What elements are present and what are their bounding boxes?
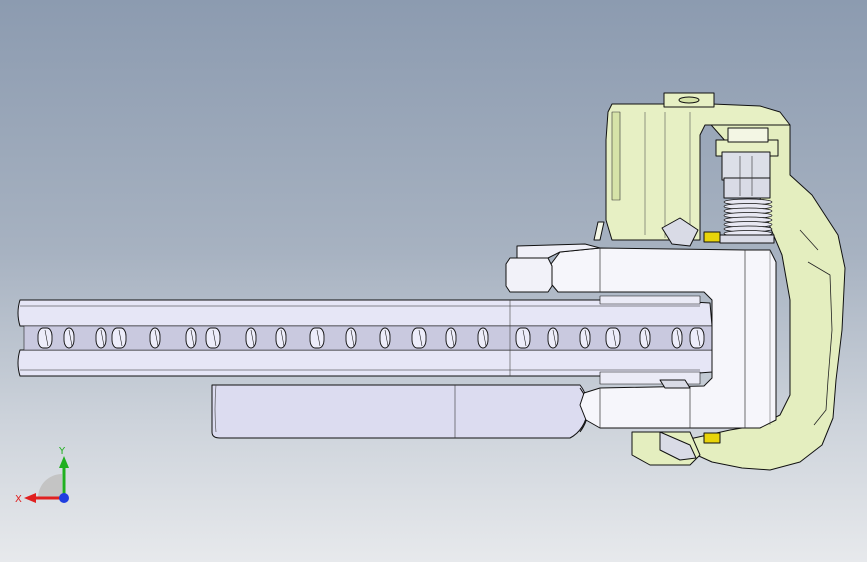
- x-axis-label: X: [15, 494, 22, 505]
- brake-disc-rotor[interactable]: [17, 299, 713, 377]
- spring-seat: [719, 234, 775, 244]
- yellow-seal-lower: [703, 432, 721, 444]
- y-axis-label: Y: [58, 446, 66, 457]
- coil-spring: [723, 198, 773, 237]
- axis-triad: Y X: [15, 446, 69, 505]
- hub-hat[interactable]: [211, 384, 589, 439]
- yellow-seal-upper: [703, 231, 721, 243]
- brake-assembly-model[interactable]: [0, 0, 867, 562]
- cad-viewport[interactable]: Y X: [0, 0, 867, 562]
